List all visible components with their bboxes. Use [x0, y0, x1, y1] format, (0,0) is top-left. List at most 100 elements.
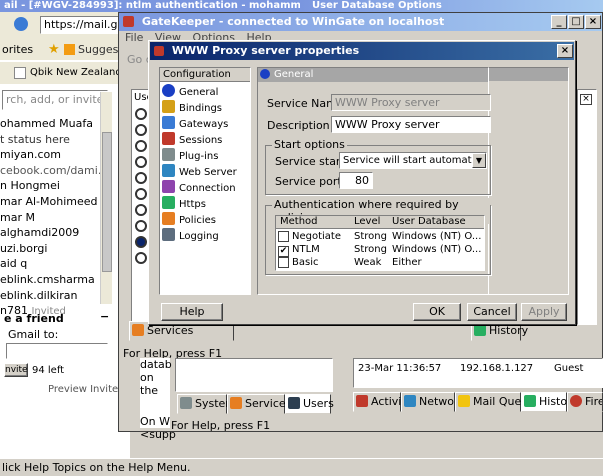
contact-item[interactable]: aid q — [0, 256, 110, 272]
browser-status-text: lick Help Topics on the Help Menu. — [2, 461, 191, 474]
user-icon[interactable] — [135, 140, 147, 152]
column-user-database[interactable]: User Database — [392, 216, 466, 228]
contact-scrollbar[interactable] — [100, 92, 112, 304]
tree-icons — [135, 108, 149, 268]
nav-item-general[interactable]: General — [162, 84, 250, 100]
tab-system[interactable]: System — [177, 394, 236, 414]
general-panel-frame — [489, 67, 569, 295]
contact-item[interactable]: t status here — [0, 132, 110, 148]
nav-item-plugins[interactable]: Plug-ins — [162, 148, 250, 164]
ntlm-checkbox[interactable]: ✔ — [278, 246, 289, 257]
gatekeeper-right-panel: × — [577, 89, 597, 325]
nav-item-https[interactable]: Https — [162, 196, 250, 212]
user-database-title-bar: User Database Options — [300, 0, 603, 12]
tab-history[interactable]: History — [521, 392, 578, 412]
contact-item[interactable]: n Hongmei — [0, 178, 110, 194]
log-user: Guest — [554, 363, 584, 374]
maximize-button[interactable]: □ — [568, 15, 584, 29]
qbik-icon — [14, 67, 26, 79]
user-icon[interactable] — [135, 220, 147, 232]
dialog-title-bar: WWW Proxy server properties — [150, 42, 574, 60]
service-port-input[interactable]: 80 — [339, 172, 373, 189]
tab-activity[interactable]: Activity — [353, 392, 412, 412]
nav-item-logging[interactable]: Logging — [162, 228, 250, 244]
help-button[interactable]: Help — [161, 303, 223, 321]
contact-item[interactable]: cebook.com/dami... — [0, 163, 110, 179]
service-startup-select[interactable]: Service will start automatically ▼ — [339, 152, 487, 169]
menu-file[interactable]: File — [125, 31, 143, 44]
contact-search-input[interactable]: rch, add, or invite — [2, 90, 108, 110]
gatekeeper-icon — [123, 16, 134, 27]
contact-item[interactable]: mar M — [0, 210, 110, 226]
auth-row[interactable]: ✔ NTLM Strong Windows (NT) O... — [278, 244, 484, 257]
user-icon[interactable] — [135, 236, 147, 248]
invite-button[interactable]: nvite — [4, 363, 28, 377]
history-icon — [524, 395, 536, 407]
cancel-button[interactable]: Cancel — [467, 303, 517, 321]
close-button[interactable]: × — [585, 15, 601, 29]
user-icon[interactable] — [135, 172, 147, 184]
scrollbar-thumb[interactable] — [102, 132, 112, 272]
auth-row[interactable]: Negotiate Strong Windows (NT) O... — [278, 231, 484, 244]
chevron-down-icon[interactable]: ▼ — [472, 153, 486, 168]
nav-item-connection[interactable]: Connection — [162, 180, 250, 196]
service-port-label: Service port — [275, 175, 342, 188]
description-input[interactable]: WWW Proxy server — [331, 116, 491, 133]
address-bar[interactable]: https://mail.goog — [40, 16, 130, 34]
nav-item-gateways[interactable]: Gateways — [162, 116, 250, 132]
favorites-label[interactable]: orites — [2, 43, 33, 56]
collapse-icon[interactable]: − — [100, 310, 109, 323]
contact-item[interactable]: mar Al-Mohimeed — [0, 194, 110, 210]
basic-checkbox[interactable] — [278, 257, 289, 268]
tab-users[interactable]: Users — [285, 394, 334, 414]
nav-item-bindings[interactable]: Bindings — [162, 100, 250, 116]
qbik-label[interactable]: Qbik New Zealand Limite — [30, 67, 130, 78]
user-icon[interactable] — [135, 188, 147, 200]
info-icon — [162, 84, 175, 97]
mail-icon — [458, 395, 470, 407]
user-icon[interactable] — [135, 252, 147, 264]
tab-network[interactable]: Network — [401, 392, 465, 412]
dialog-close-button[interactable]: × — [557, 44, 573, 58]
contact-item[interactable]: alghamdi2009 — [0, 225, 110, 241]
contact-item[interactable]: uzi.borgi — [0, 241, 110, 257]
column-method[interactable]: Method — [280, 216, 318, 228]
contact-list: ohammed Muafa t status here miyan.com ce… — [0, 116, 110, 320]
invite-email-input[interactable] — [6, 343, 108, 359]
column-level[interactable]: Level — [354, 216, 380, 228]
nav-item-web-server[interactable]: Web Server — [162, 164, 250, 180]
auth-row[interactable]: Basic Weak Either — [278, 257, 484, 270]
contact-item[interactable]: eblink.cmsharma — [0, 272, 110, 288]
policies-icon — [162, 212, 175, 225]
nav-item-sessions[interactable]: Sessions — [162, 132, 250, 148]
log-time: 23-Mar 11:36:57 — [358, 363, 442, 374]
contact-item[interactable]: ohammed Muafa — [0, 116, 110, 132]
auth-level: Weak — [354, 257, 382, 268]
webserver-icon — [162, 164, 175, 177]
ok-button[interactable]: OK — [413, 303, 461, 321]
contact-item[interactable]: eblink.dilkiran — [0, 288, 110, 304]
dialog-title: WWW Proxy server properties — [171, 44, 360, 57]
log-ip: 192.168.1.127 — [460, 363, 534, 374]
logging-icon — [162, 228, 175, 241]
preview-invite-link[interactable]: Preview Invite — [48, 384, 118, 395]
user-icon[interactable] — [135, 124, 147, 136]
bindings-icon — [162, 100, 175, 113]
invite-to-label: Gmail to: — [8, 328, 59, 341]
star-icon: ★ — [48, 42, 60, 57]
tab-firewall[interactable]: Firew — [567, 392, 603, 412]
tab-mail-queue[interactable]: Mail Queue — [455, 392, 535, 412]
user-icon[interactable] — [135, 156, 147, 168]
user-icon[interactable] — [135, 204, 147, 216]
tab-services[interactable]: Services — [227, 394, 291, 414]
nav-item-policies[interactable]: Policies — [162, 212, 250, 228]
apply-button[interactable]: Apply — [521, 303, 567, 321]
back-icon[interactable] — [14, 17, 28, 31]
contact-item[interactable]: miyan.com — [0, 147, 110, 163]
history-icon — [474, 324, 486, 336]
service-name-field: WWW Proxy server — [331, 94, 491, 111]
panel-close-icon[interactable]: × — [580, 94, 592, 105]
negotiate-checkbox[interactable] — [278, 231, 289, 242]
minimize-button[interactable]: _ — [551, 15, 567, 29]
user-icon[interactable] — [135, 108, 147, 120]
